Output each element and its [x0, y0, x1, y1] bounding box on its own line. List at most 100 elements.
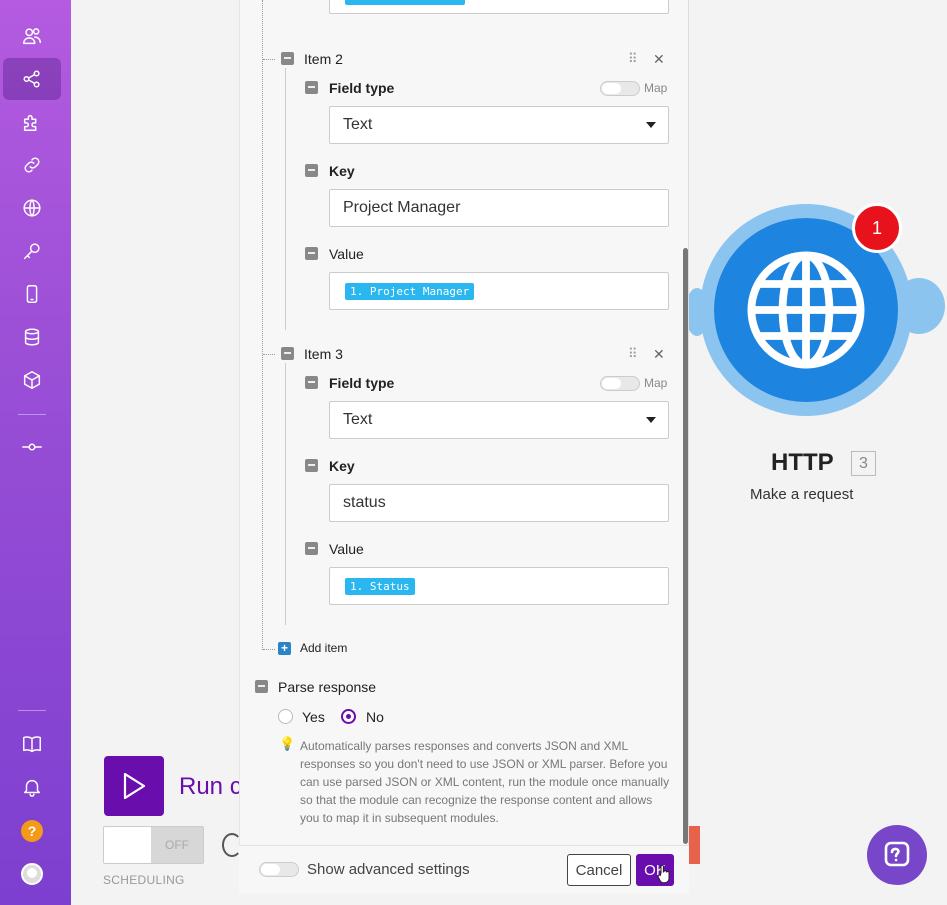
scheduling-toggle-state: OFF — [151, 827, 203, 863]
item-label: Item 3 — [304, 346, 343, 362]
sidebar-item-scenarios[interactable] — [3, 58, 61, 100]
parse-response-label: Parse response — [278, 679, 377, 695]
sidebar-item-connections[interactable] — [3, 144, 61, 186]
module-subtitle: Make a request — [750, 486, 854, 503]
key-value: status — [343, 494, 386, 511]
share-scenarios-icon — [23, 70, 40, 88]
caret-down-icon — [646, 417, 656, 423]
caret-down-icon — [646, 122, 656, 128]
sidebar-item-notifications[interactable] — [3, 766, 61, 808]
drag-handle-icon[interactable]: ⠿ — [628, 51, 637, 67]
sidebar: ? — [0, 0, 71, 905]
item-checkbox[interactable] — [281, 347, 294, 360]
item-line — [285, 363, 286, 625]
field-type-label: Field type — [329, 375, 395, 391]
field-type-select[interactable]: Text — [329, 401, 669, 439]
mobile-devices-icon — [26, 285, 38, 303]
key-checkbox[interactable] — [305, 164, 318, 177]
database-datastores-icon — [24, 328, 40, 346]
mapped-value-pill[interactable]: 1. Status — [345, 577, 415, 595]
map-toggle[interactable] — [600, 376, 640, 391]
parse-yes-radio[interactable] — [278, 709, 293, 724]
key-checkbox[interactable] — [305, 459, 318, 472]
run-once-button[interactable] — [104, 756, 164, 816]
sidebar-item-docs[interactable] — [3, 723, 61, 765]
sidebar-item-devices[interactable] — [3, 273, 61, 315]
field-type-value: Text — [343, 411, 373, 428]
item-line — [285, 68, 286, 330]
run-once-label: Run c — [179, 773, 242, 800]
operations-badge: 1 — [852, 203, 902, 253]
parse-response-checkbox[interactable] — [255, 680, 268, 693]
avatar-icon — [21, 863, 43, 885]
value-label: Value — [329, 246, 364, 262]
tree-branch — [263, 354, 275, 355]
field-type-checkbox[interactable] — [305, 376, 318, 389]
sidebar-item-datastores[interactable] — [3, 316, 61, 358]
tree-line — [262, 0, 263, 650]
play-icon — [123, 772, 146, 800]
parse-no-label: No — [366, 709, 384, 725]
cube-datastructures-icon — [23, 371, 41, 389]
module-title: HTTP — [771, 449, 834, 476]
sidebar-divider — [18, 710, 46, 711]
tree-branch — [263, 59, 275, 60]
key-input[interactable]: status — [329, 484, 669, 522]
parse-no-radio[interactable] — [341, 709, 356, 724]
add-item-icon[interactable]: + — [278, 642, 291, 655]
team-icon — [23, 28, 41, 45]
map-label: Map — [644, 376, 668, 390]
globe-webhooks-icon — [23, 199, 41, 217]
chat-icon — [884, 841, 910, 867]
scheduling-label: SCHEDULING — [103, 873, 185, 887]
drag-handle-icon[interactable]: ⠿ — [628, 346, 637, 362]
value-input[interactable]: 1. Status — [329, 567, 669, 605]
book-icon — [23, 736, 41, 753]
flow-icon — [22, 443, 42, 451]
sidebar-item-help[interactable]: ? — [3, 810, 61, 852]
cancel-button[interactable]: Cancel — [567, 854, 631, 886]
add-item-button[interactable]: Add item — [300, 641, 347, 655]
sidebar-divider — [18, 414, 46, 415]
panel-scrollbar[interactable] — [683, 248, 688, 844]
item-label: Item 2 — [304, 51, 343, 67]
puzzle-apps-icon — [23, 114, 37, 131]
parse-yes-label: Yes — [302, 709, 325, 725]
key-label: Key — [329, 458, 355, 474]
link-connections-icon — [24, 157, 40, 173]
key-icon — [23, 243, 40, 260]
module-id: 3 — [851, 451, 876, 476]
hand-cursor-icon — [657, 864, 670, 884]
key-value: Project Manager — [343, 199, 461, 216]
chat-button[interactable] — [867, 825, 927, 885]
sidebar-item-team[interactable] — [3, 15, 61, 57]
canvas-red-edge — [689, 826, 700, 864]
value-pill-partial — [345, 0, 465, 5]
sidebar-item-profile[interactable] — [3, 853, 61, 895]
lightbulb-icon: 💡 — [279, 736, 296, 751]
field-type-value: Text — [343, 116, 373, 133]
item-checkbox[interactable] — [281, 52, 294, 65]
remove-item-icon[interactable]: ✕ — [653, 346, 665, 363]
sidebar-item-keys[interactable] — [3, 230, 61, 272]
scheduling-toggle[interactable]: OFF — [103, 826, 204, 864]
value-checkbox[interactable] — [305, 247, 318, 260]
sidebar-item-flow[interactable] — [3, 426, 61, 468]
mapped-value-pill[interactable]: 1. Project Manager — [345, 282, 475, 300]
advanced-settings-label: Show advanced settings — [307, 861, 470, 878]
map-toggle[interactable] — [600, 81, 640, 96]
value-input[interactable]: 1. Project Manager — [329, 272, 669, 310]
help-icon: ? — [21, 820, 43, 842]
key-label: Key — [329, 163, 355, 179]
sidebar-item-webhooks[interactable] — [3, 187, 61, 229]
advanced-settings-toggle[interactable] — [259, 862, 299, 877]
value-label: Value — [329, 541, 364, 557]
sidebar-item-datastructures[interactable] — [3, 359, 61, 401]
field-type-checkbox[interactable] — [305, 81, 318, 94]
parse-response-help: Automatically parses responses and conve… — [300, 739, 670, 825]
value-checkbox[interactable] — [305, 542, 318, 555]
remove-item-icon[interactable]: ✕ — [653, 51, 665, 68]
sidebar-item-apps[interactable] — [3, 101, 61, 143]
key-input[interactable]: Project Manager — [329, 189, 669, 227]
field-type-select[interactable]: Text — [329, 106, 669, 144]
